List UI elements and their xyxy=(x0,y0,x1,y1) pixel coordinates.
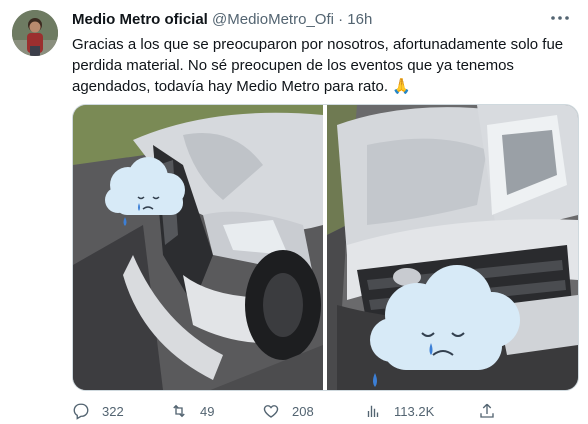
separator-dot: · xyxy=(338,11,344,28)
retweet-count: 49 xyxy=(200,403,215,419)
avatar-image xyxy=(12,10,58,56)
more-button[interactable] xyxy=(548,8,572,28)
like-button[interactable]: 208 xyxy=(262,400,314,422)
reply-button[interactable]: 322 xyxy=(72,400,124,422)
author-handle[interactable]: @MedioMetro_Ofi xyxy=(212,11,334,28)
views-icon xyxy=(367,405,379,417)
tweet-header: Medio Metro oficial @MedioMetro_Ofi · 16… xyxy=(72,11,372,28)
share-button[interactable] xyxy=(478,400,508,422)
avatar[interactable] xyxy=(12,10,58,56)
retweet-button[interactable]: 49 xyxy=(170,400,214,422)
tweet-time[interactable]: 16h xyxy=(347,11,372,28)
heart-icon xyxy=(263,405,279,418)
tweet-text-line: agendados, todavía hay Medio Metro para … xyxy=(72,78,411,95)
tweet-text-line: Gracias a los que se preocuparon por nos… xyxy=(72,36,564,53)
reply-icon xyxy=(73,403,89,420)
car-photo-right[interactable] xyxy=(327,105,578,390)
car-photo-left[interactable] xyxy=(73,105,323,390)
like-count: 208 xyxy=(292,403,314,419)
retweet-icon xyxy=(173,404,185,418)
tweet-actions: 322 49 208 113.2K xyxy=(72,400,578,422)
tweet-media[interactable] xyxy=(72,104,579,391)
damaged-car-front-image xyxy=(327,105,578,390)
views-button[interactable]: 113.2K xyxy=(364,400,434,422)
more-icon xyxy=(551,16,569,20)
author-name[interactable]: Medio Metro oficial xyxy=(72,11,208,28)
views-count: 113.2K xyxy=(394,403,435,419)
tweet-text-line: perdida material. No sé preocupen de los… xyxy=(72,57,514,74)
damaged-car-image xyxy=(73,105,323,390)
reply-count: 322 xyxy=(102,403,124,419)
tweet-text: Gracias a los que se preocuparon por nos… xyxy=(72,34,578,97)
share-icon xyxy=(480,403,494,418)
